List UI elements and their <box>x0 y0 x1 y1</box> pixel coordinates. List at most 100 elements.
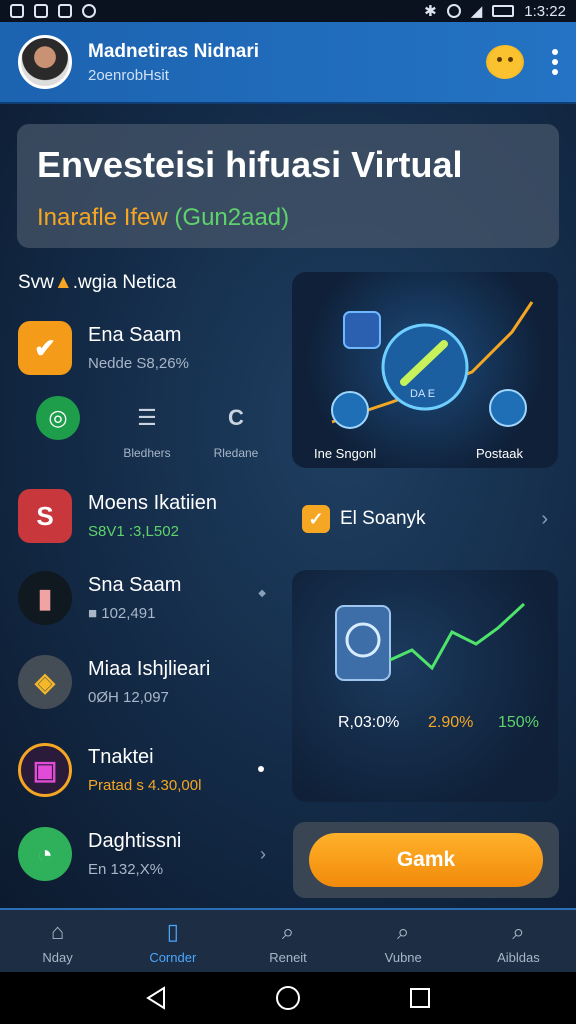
list-item-sub: Nedde S8,26% <box>88 355 189 372</box>
list-item[interactable]: S Moens Ikatiien S8V1 :3,L502 <box>18 480 276 552</box>
notification-icon <box>10 4 24 18</box>
main-content: Envesteisi hifuasi Virtual Inarafle Ifew… <box>0 104 576 908</box>
status-bar: ✱ ◢ 1:3:22 <box>0 0 576 22</box>
book-icon: ▯ <box>166 919 179 944</box>
nav-label: Cornder <box>149 950 197 965</box>
list-item-title: Miaa Ishjlieari <box>88 658 211 680</box>
avatar[interactable] <box>18 35 72 89</box>
list-item[interactable]: ▮ Sna Saam ■ 102,491 ◆ <box>18 562 276 634</box>
list-item-sub: S8V1 :3,L502 <box>88 523 179 540</box>
target-icon: ◎ <box>36 396 80 440</box>
user-subtitle: 2oenrobHsit <box>88 66 169 84</box>
section-title-prefix: Svw <box>18 272 54 293</box>
gallery-icon: ▣ <box>18 743 72 797</box>
smiley-icon[interactable] <box>486 45 524 79</box>
growth-chart-card[interactable]: R,03:0% 2.90% 150% <box>292 570 558 802</box>
quick-action-rledane[interactable]: C Rledane <box>196 396 276 466</box>
quick-label: Rledane <box>213 446 259 460</box>
list-item-title: Moens Ikatiien <box>88 492 217 514</box>
status-icons-right: ✱ ◢ 1:3:22 <box>424 2 566 21</box>
stat-2: 2.90% <box>428 714 474 731</box>
quick-action-bledhers[interactable]: ☰ Bledhers <box>107 396 187 466</box>
list-item[interactable]: ◈ Miaa Ishjlieari 0ØH 12,097 <box>18 646 276 718</box>
quick-action-target[interactable]: ◎ <box>18 396 98 466</box>
home-icon: ⌂ <box>50 919 65 944</box>
more-menu-icon[interactable] <box>552 49 558 75</box>
user-info: Madnetiras Nidnari 2oenrobHsit <box>88 41 486 84</box>
app-header: Madnetiras Nidnari 2oenrobHsit <box>0 22 576 104</box>
file-icon <box>58 4 72 18</box>
nav-label: Nday <box>42 950 73 965</box>
phone-icon: ▮ <box>18 571 72 625</box>
status-icons-left <box>10 4 96 18</box>
system-nav-bar <box>0 972 576 1024</box>
list-item-title: Daghtissni <box>88 830 182 852</box>
promo-row[interactable]: ✓ El Soanyk › <box>292 494 558 544</box>
quick-actions: ◎ ☰ Bledhers C Rledane <box>18 396 276 466</box>
nav-item-vubne[interactable]: ⌕ Vubne <box>346 910 461 972</box>
list-item[interactable]: ◔ Daghtissni En 132,X% › <box>18 818 276 890</box>
alarm-icon <box>446 4 461 18</box>
bluetooth-icon: ✱ <box>424 3 437 20</box>
back-icon[interactable] <box>144 986 168 1010</box>
chat-icon: ◔ <box>18 827 72 881</box>
list-item[interactable]: ✔ Ena Saam Nedde S8,26% <box>18 312 276 384</box>
search-icon: ⌕ <box>397 919 410 944</box>
shield-icon <box>34 4 48 18</box>
list-item-sub: Pratad s 4.30,00l <box>88 777 202 794</box>
cta-button[interactable]: Gamk <box>309 833 543 887</box>
media-icon <box>82 4 96 18</box>
nav-label: Aibldas <box>497 950 540 965</box>
battery-icon <box>492 5 515 17</box>
card-a-right-label: Postaak <box>476 446 523 461</box>
search-icon: ⌕ <box>281 919 295 944</box>
list-item-sub: 0ØH 12,097 <box>88 689 169 706</box>
dot-indicator: ◆ <box>258 588 266 599</box>
section-title: Svw▲.wgia Netica <box>18 272 176 294</box>
nav-label: Reneit <box>269 950 307 965</box>
chevron-right-icon: › <box>260 844 266 864</box>
list-item-title: Tnaktei <box>88 746 154 768</box>
list-item-sub: En 132,X% <box>88 861 164 878</box>
home-button-icon[interactable] <box>275 985 301 1011</box>
promo-label: El Soanyk <box>340 508 426 529</box>
investment-visual-card[interactable]: DA E Ine Sngonl Postaak <box>292 272 558 468</box>
stat-3: 150% <box>498 714 539 731</box>
nav-item-reneit[interactable]: ⌕ Reneit <box>230 910 345 972</box>
network-graphic <box>331 301 534 429</box>
card-a-left-label: Ine Sngonl <box>314 446 377 461</box>
growth-graphic <box>335 602 526 681</box>
chevron-right-icon: › <box>541 507 548 530</box>
banner-sub-green: (Gun2aad) <box>174 204 290 231</box>
user-name: Madnetiras Nidnari <box>88 40 260 62</box>
nav-item-home[interactable]: ⌂ Nday <box>0 910 115 972</box>
card-a-center-label: DA E <box>410 388 436 400</box>
banner-title: Envesteisi hifuasi Virtual <box>37 144 463 185</box>
nav-item-cornder[interactable]: ▯ Cornder <box>115 910 230 972</box>
status-time: 1:3:22 <box>524 2 566 20</box>
section-title-suffix: .wgia Netica <box>72 272 177 293</box>
nav-label: Vubne <box>384 950 422 965</box>
list-item-title: Ena Saam <box>88 324 182 346</box>
list-item-title: Sna Saam <box>88 574 182 596</box>
list-item-sub: ■ 102,491 <box>88 605 156 622</box>
banner-sub-orange: Inarafle Ifew <box>37 204 168 231</box>
list-item[interactable]: ▣ Tnaktei Pratad s 4.30,00l <box>18 734 276 806</box>
refresh-icon: C <box>228 405 244 430</box>
flame-icon: ▲ <box>53 272 73 293</box>
coin-icon: ◈ <box>18 655 72 709</box>
wifi-icon: ◢ <box>470 3 483 20</box>
cta-container: Gamk <box>293 822 559 898</box>
document-icon: ☰ <box>137 405 157 430</box>
stat-1: R,03:0% <box>338 714 400 731</box>
dot-indicator <box>258 766 264 772</box>
recents-icon[interactable] <box>408 986 432 1010</box>
check-icon: ✔ <box>18 321 72 375</box>
bottom-nav: ⌂ Nday ▯ Cornder ⌕ Reneit ⌕ Vubne ⌕ Aibl… <box>0 908 576 972</box>
store-icon: S <box>18 489 72 543</box>
search-icon: ⌕ <box>512 919 525 944</box>
checkbox-icon: ✓ <box>302 505 330 533</box>
hero-banner[interactable]: Envesteisi hifuasi Virtual Inarafle Ifew… <box>17 124 559 248</box>
banner-subtitle: Inarafle Ifew (Gun2aad) <box>37 204 539 232</box>
nav-item-aibldas[interactable]: ⌕ Aibldas <box>461 910 576 972</box>
